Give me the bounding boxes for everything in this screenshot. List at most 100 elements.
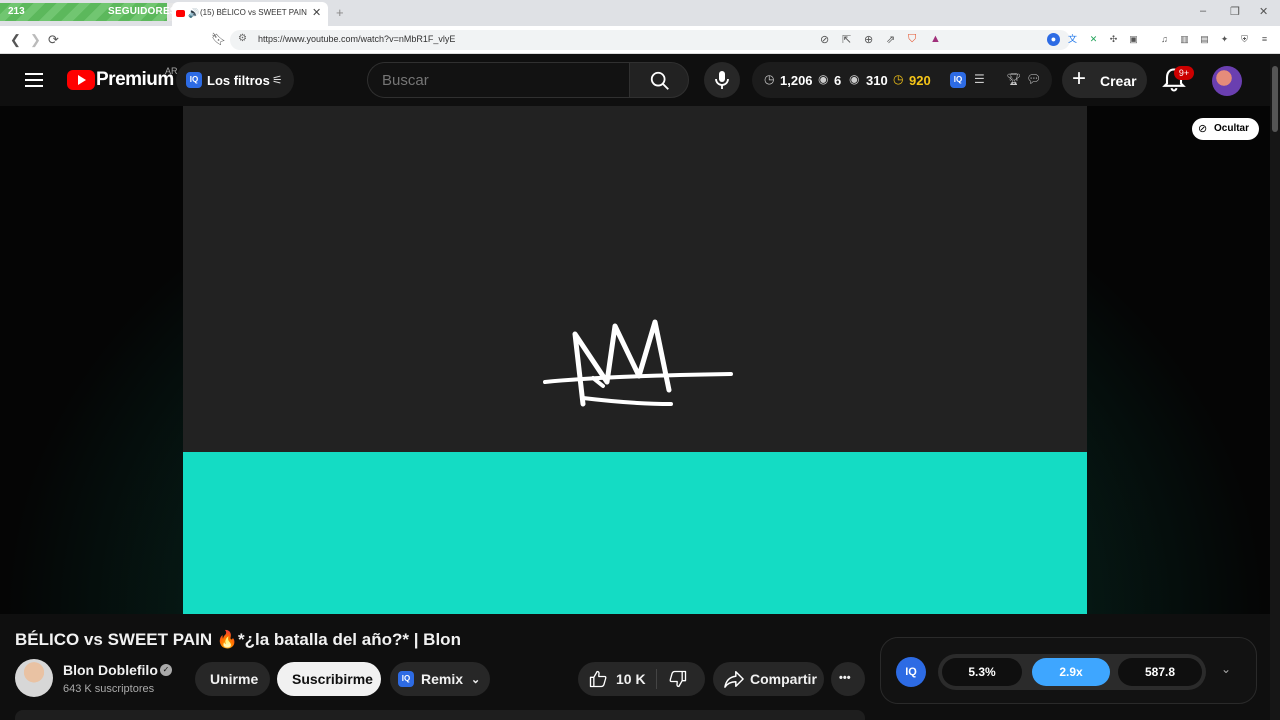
browser-address-bar: ❮ ❯ ⟳ 🔖︎ ⚙︎ https://www.youtube.com/watc… <box>0 26 1280 54</box>
filter-sliders-icon: ⚟ <box>272 73 283 87</box>
description-box-edge <box>15 710 865 720</box>
scrollbar-thumb[interactable] <box>1272 66 1278 132</box>
divider <box>656 669 657 689</box>
window-close-icon[interactable]: ✕ <box>1259 5 1268 18</box>
zoom-icon[interactable]: ⊕ <box>864 33 873 46</box>
wallet-icon[interactable]: ▤ <box>1198 33 1211 46</box>
notification-count-badge: 9+ <box>1174 66 1194 80</box>
hide-button[interactable]: ⊘ Ocultar <box>1192 118 1259 140</box>
browser-tab-bar: 213 SEGUIDORES 350 🔊 (15) BÉLICO vs SWEE… <box>0 0 1280 26</box>
share-button[interactable]: Compartir <box>713 662 824 696</box>
chat-icon[interactable]: 💬︎ <box>1026 72 1041 86</box>
more-dots-icon: ••• <box>839 672 851 684</box>
iq-stats-panel: IQ 5.3% 2.9x 587.8 ⌄ <box>880 637 1257 704</box>
eye-icon: ◉ <box>849 72 860 86</box>
tab-title: (15) BÉLICO vs SWEET PAIN 🔥 <box>200 8 308 17</box>
extension-x-icon[interactable]: ✕ <box>1087 33 1100 46</box>
voice-search-button[interactable] <box>704 62 740 98</box>
sidebar-icon[interactable]: ▥ <box>1178 33 1191 46</box>
url-text[interactable]: https://www.youtube.com/watch?v=nMbR1F_v… <box>258 34 455 44</box>
translate-icon[interactable]: 文 <box>1066 33 1079 46</box>
follower-count: 213 <box>8 6 25 17</box>
subscriber-count: 643 K suscriptores <box>63 683 155 695</box>
stat-value: 1,206 <box>780 73 813 88</box>
video-player[interactable] <box>183 106 1087 614</box>
search-icon <box>650 71 669 90</box>
chevron-down-icon[interactable]: ⌄ <box>1221 662 1231 676</box>
new-tab-button[interactable]: + <box>336 5 344 20</box>
screenshot-icon[interactable]: ▣ <box>1127 33 1140 46</box>
minimize-icon[interactable]: – <box>1200 5 1206 17</box>
remix-label: Remix <box>421 671 464 687</box>
back-icon[interactable]: ❮ <box>10 32 21 48</box>
stat-value: 920 <box>909 73 931 88</box>
youtube-favicon-icon <box>176 10 185 17</box>
thumbs-down-icon[interactable] <box>668 669 688 689</box>
user-avatar[interactable] <box>1212 66 1242 96</box>
iq-badge-icon: IQ <box>398 671 414 687</box>
share-arrow-icon <box>724 671 744 688</box>
hamburger-menu-icon[interactable] <box>22 68 46 92</box>
url-field[interactable]: ⚙︎ https://www.youtube.com/watch?v=nMbR1… <box>230 30 1070 50</box>
thumbs-up-icon[interactable] <box>588 669 608 689</box>
filters-label: Los filtros <box>207 73 270 88</box>
tab-close-icon[interactable]: ✕ <box>312 6 321 19</box>
clock-icon: ◷ <box>893 72 904 86</box>
stat-value: 310 <box>866 73 888 88</box>
vpn-icon[interactable]: ⛨ <box>1238 33 1251 46</box>
create-label: Crear <box>1100 73 1137 89</box>
logo-premium-text[interactable]: Premium <box>96 69 174 91</box>
iq-badge-icon: IQ <box>186 72 202 88</box>
media-icon[interactable]: ♫ <box>1158 33 1171 46</box>
metric-percent[interactable]: 5.3% <box>942 658 1022 686</box>
forward-icon[interactable]: ❯ <box>30 32 41 48</box>
join-label: Unirme <box>210 671 259 687</box>
plus-icon: + <box>1072 65 1087 92</box>
leo-ai-icon[interactable]: ✦ <box>1218 33 1231 46</box>
channel-name[interactable]: Blon Doblefilo <box>63 662 158 678</box>
microphone-icon <box>715 71 729 89</box>
metric-multiplier-active[interactable]: 2.9x <box>1032 658 1110 686</box>
trophy-icon[interactable]: 🏆︎ <box>1006 72 1021 86</box>
search-button[interactable] <box>629 62 689 98</box>
iq-logo-icon[interactable]: IQ <box>896 657 926 687</box>
more-actions-button[interactable]: ••• <box>831 662 865 696</box>
browser-tab-active[interactable]: 🔊 (15) BÉLICO vs SWEET PAIN 🔥 ✕ <box>172 2 328 26</box>
restore-icon[interactable]: ❐ <box>1230 5 1240 18</box>
like-count[interactable]: 10 K <box>616 671 646 687</box>
join-button[interactable]: Unirme <box>195 662 270 696</box>
extension-iq-icon[interactable]: ● <box>1047 33 1060 46</box>
remix-button[interactable]: IQ Remix ⌄ <box>390 662 490 696</box>
create-button[interactable]: + Crear <box>1062 62 1147 98</box>
channel-avatar[interactable] <box>15 659 53 697</box>
site-info-icon[interactable]: ⚙︎ <box>238 33 247 44</box>
open-in-app-icon[interactable]: ⇱ <box>842 33 851 46</box>
crown-logo-icon <box>543 319 733 407</box>
filters-chip[interactable]: IQ Los filtros ⚟ <box>176 62 294 98</box>
subscribe-button[interactable]: Suscribirme <box>277 662 381 696</box>
rewards-icon[interactable]: ▲ <box>930 33 941 45</box>
brave-shield-icon[interactable]: ⛉ <box>908 33 916 46</box>
share-page-icon[interactable]: ⇗ <box>886 33 895 46</box>
eye-icon: ◉ <box>818 72 829 86</box>
search-input[interactable] <box>367 62 630 98</box>
share-label: Compartir <box>750 671 817 687</box>
reload-icon[interactable]: ⟳ <box>48 32 59 48</box>
chevron-down-icon[interactable]: ⌄ <box>471 673 480 686</box>
verified-badge-icon: ✓ <box>160 664 172 676</box>
follower-label: SEGUIDORES <box>108 6 177 17</box>
metric-score[interactable]: 587.8 <box>1118 658 1202 686</box>
hide-label: Ocultar <box>1214 123 1250 134</box>
camera-off-icon[interactable]: ⊘ <box>820 33 829 46</box>
youtube-logo-icon[interactable] <box>67 70 95 90</box>
iq-badge-icon[interactable]: IQ <box>950 72 966 88</box>
audio-playing-icon[interactable]: 🔊 <box>188 8 199 19</box>
extensions-puzzle-icon[interactable]: ✣ <box>1107 33 1120 46</box>
browser-menu-icon[interactable]: ≡ <box>1258 33 1271 46</box>
video-title: BÉLICO vs SWEET PAIN 🔥*¿la batalla del a… <box>15 630 461 649</box>
list-icon[interactable]: ☰ <box>974 72 985 86</box>
stats-chip: ◷ 1,206 ◉ 6 ◉ 310 ◷ 920 IQ ☰ 🏆︎ 💬︎ <box>752 62 1052 98</box>
page-scrollbar[interactable] <box>1270 54 1280 720</box>
bookmark-icon[interactable]: 🔖︎ <box>211 32 226 46</box>
youtube-header: Premium AR IQ Los filtros ⚟ ◷ 1,206 ◉ 6 … <box>0 54 1270 106</box>
